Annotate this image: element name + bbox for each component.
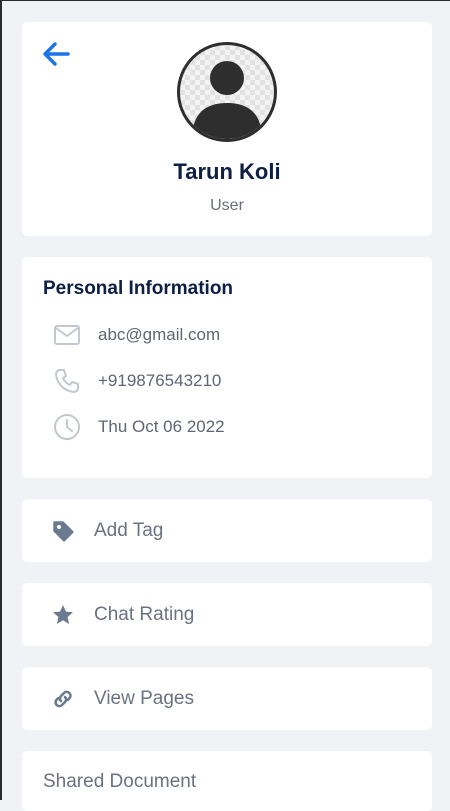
mail-icon [52,320,82,350]
add-tag-label: Add Tag [94,519,164,541]
shared-document-card[interactable]: Shared Document [22,751,432,811]
profile-role: User [210,197,244,214]
view-pages-button[interactable]: View Pages [22,667,432,730]
phone-icon [52,366,82,396]
avatar [177,42,277,142]
clock-icon [52,412,82,442]
back-button[interactable] [40,40,72,68]
add-tag-button[interactable]: Add Tag [22,499,432,562]
email-row: abc@gmail.com [52,320,220,350]
chat-rating-label: Chat Rating [94,603,195,625]
personal-info-title: Personal Information [43,278,234,299]
profile-name: Tarun Koli [173,159,281,184]
view-pages-label: View Pages [94,687,194,709]
email-value[interactable]: abc@gmail.com [98,325,220,345]
personal-info-card: Personal Information abc@gmail.com +9198… [22,257,432,478]
star-icon [50,602,76,628]
tag-icon [50,518,76,544]
phone-row: +919876543210 [52,366,221,396]
arrow-left-icon [43,42,70,66]
date-row: Thu Oct 06 2022 [52,412,225,442]
phone-value[interactable]: +919876543210 [98,371,221,391]
link-icon [50,686,76,712]
user-avatar-icon [192,61,262,139]
chat-rating-button[interactable]: Chat Rating [22,583,432,646]
date-value: Thu Oct 06 2022 [98,417,225,436]
shared-document-label: Shared Document [43,771,197,792]
profile-card: Tarun Koli User [22,22,432,236]
